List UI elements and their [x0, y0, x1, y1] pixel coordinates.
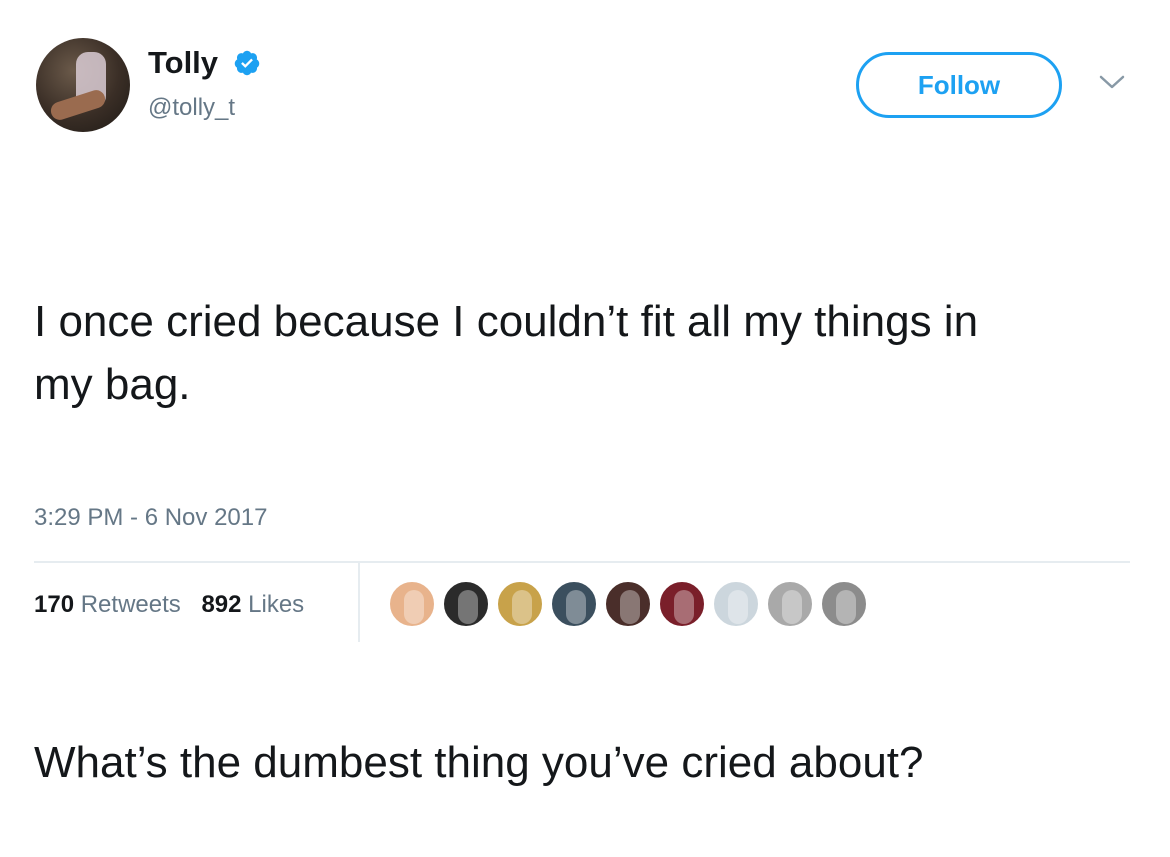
stats-divider — [358, 563, 360, 642]
user-handle[interactable]: @tolly_t — [148, 94, 235, 122]
liker-avatar[interactable] — [658, 580, 706, 628]
tweet-paragraph: What’s the dumbest thing you’ve cried ab… — [34, 738, 924, 787]
liker-avatar-figure — [728, 590, 748, 624]
tweet-stats: 170 Retweets 892 Likes — [34, 590, 318, 620]
liker-avatar-figure — [566, 590, 586, 624]
chevron-down-icon[interactable] — [1098, 72, 1126, 92]
divider — [34, 561, 1130, 563]
liker-avatar[interactable] — [550, 580, 598, 628]
liker-avatar[interactable] — [496, 580, 544, 628]
liker-avatar-figure — [404, 590, 424, 624]
retweets-label: Retweets — [80, 591, 181, 618]
verified-badge-icon — [234, 50, 260, 76]
likes-count: 892 — [201, 591, 242, 618]
liker-avatar-figure — [836, 590, 856, 624]
likes-label: Likes — [248, 591, 305, 618]
follow-button[interactable]: Follow — [856, 52, 1062, 118]
liker-avatar-figure — [512, 590, 532, 624]
liker-avatar[interactable] — [820, 580, 868, 628]
tweet-timestamp[interactable]: 3:29 PM - 6 Nov 2017 — [34, 503, 267, 533]
liker-avatar[interactable] — [604, 580, 652, 628]
likes-stat[interactable]: 892 Likes — [201, 591, 304, 618]
liker-avatar[interactable] — [766, 580, 814, 628]
liker-avatar[interactable] — [442, 580, 490, 628]
retweets-stat[interactable]: 170 Retweets — [34, 591, 181, 618]
liker-avatar-figure — [458, 590, 478, 624]
profile-avatar[interactable] — [36, 38, 130, 132]
tweet-paragraph: I once cried because I couldn’t fit all … — [34, 297, 991, 409]
liker-avatar[interactable] — [712, 580, 760, 628]
liker-avatar[interactable] — [388, 580, 436, 628]
liker-avatar-figure — [620, 590, 640, 624]
liker-avatar-figure — [782, 590, 802, 624]
display-name[interactable]: Tolly — [148, 45, 218, 81]
retweets-count: 170 — [34, 591, 75, 618]
liker-avatar-figure — [674, 590, 694, 624]
